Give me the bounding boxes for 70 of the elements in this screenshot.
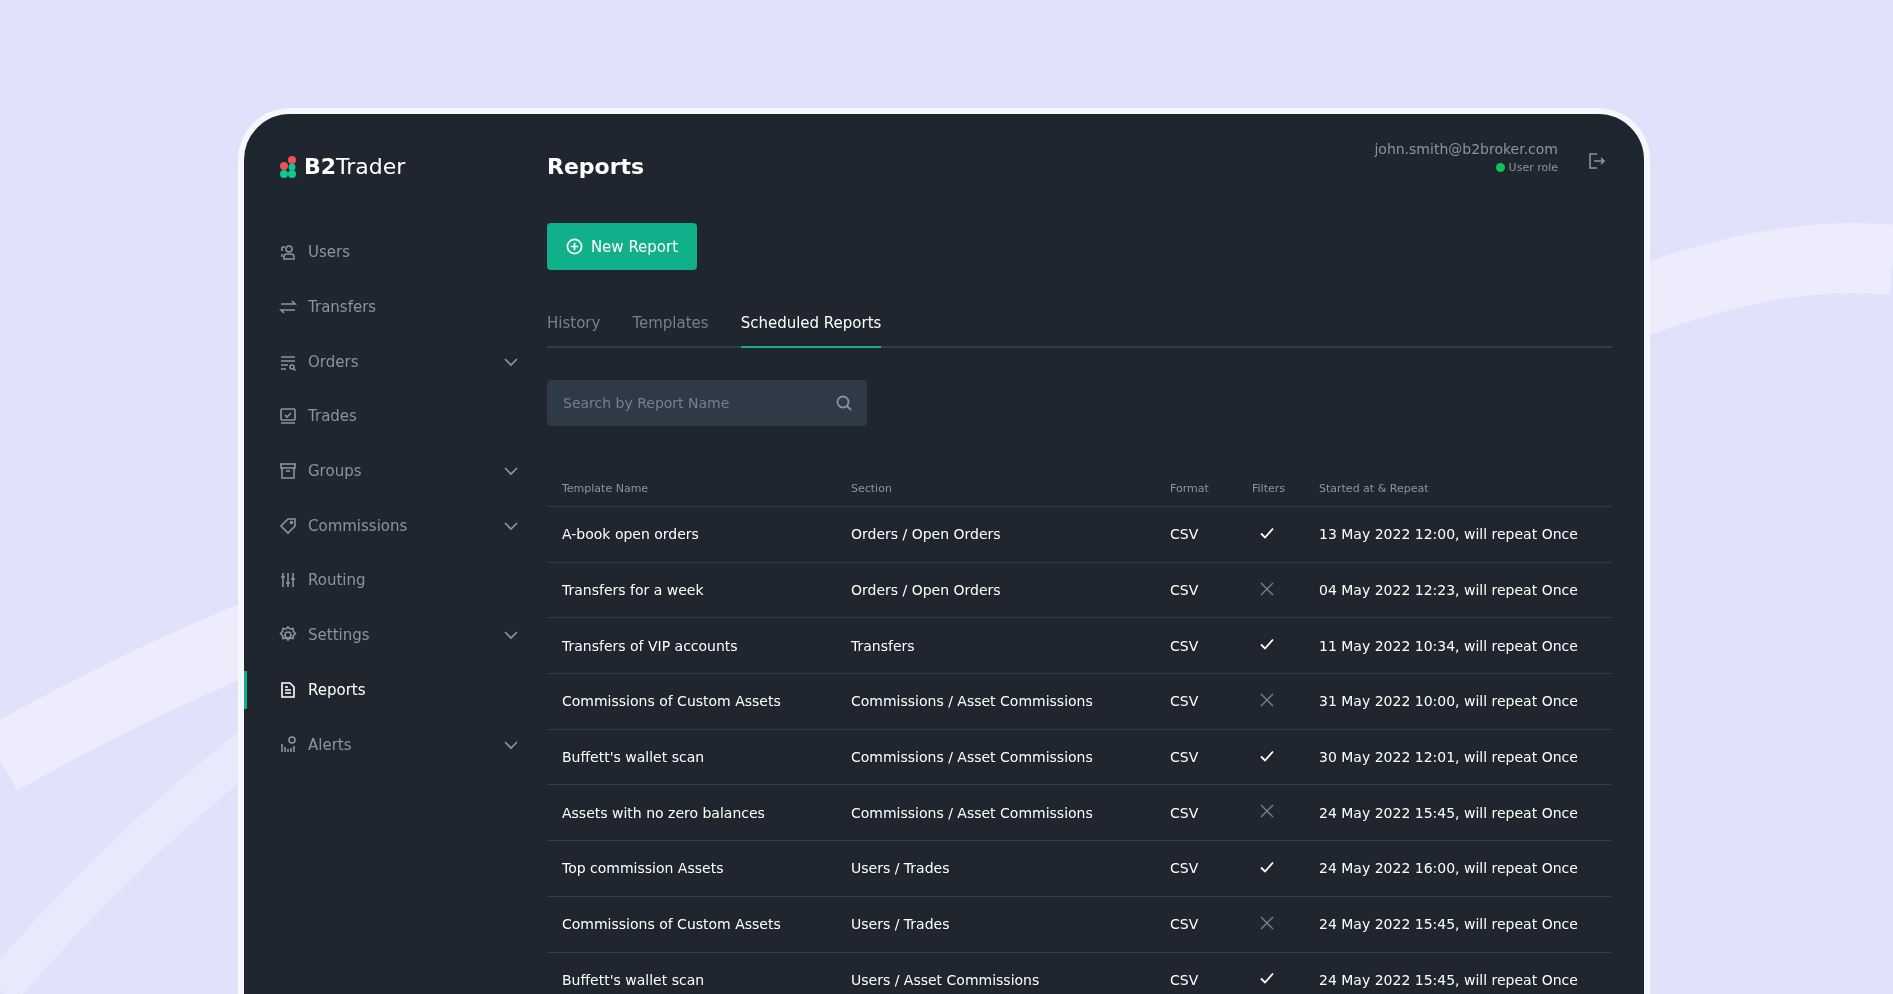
logout-icon[interactable] — [1586, 151, 1606, 171]
table-cell-text: CSV — [1170, 804, 1200, 821]
document-icon — [278, 679, 298, 700]
column-header: Format — [1170, 481, 1210, 495]
table-cell-text: CSV — [1170, 749, 1200, 766]
sidebar-item[interactable]: Trades — [244, 389, 544, 444]
column-header: Template Name — [562, 481, 650, 495]
sidebar-item[interactable]: Settings — [244, 607, 544, 663]
table-cell-text: Transfers — [851, 637, 916, 654]
logo-icon — [278, 154, 298, 179]
sidebar-item[interactable]: Alerts — [244, 717, 544, 772]
user-role: User role — [1508, 161, 1558, 174]
table-cell-text: 31 May 2022 10:00, will repeat Once — [1319, 693, 1579, 710]
table-cell-text: Assets with no zero balances — [562, 804, 766, 821]
brand-name: B2Trader — [304, 154, 406, 179]
column-header: Started at & Repeat — [1319, 481, 1430, 495]
sidebar-item[interactable]: Groups — [244, 443, 544, 499]
table-cell-text: 04 May 2022 12:23, will repeat Once — [1319, 582, 1579, 599]
table-cell-text: 11 May 2022 10:34, will repeat Once — [1319, 637, 1579, 654]
table-cell-text: Commissions / Asset Commissions — [851, 693, 1094, 710]
table-cell-text: CSV — [1170, 971, 1200, 988]
table-cell-text: 24 May 2022 15:45, will repeat Once — [1319, 804, 1579, 821]
table-cell-text: Commissions of Custom Assets — [562, 693, 782, 710]
table-cell-text: Transfers of VIP accounts — [562, 637, 739, 654]
table-cell-text: CSV — [1170, 582, 1200, 599]
table-cell-text: Transfers for a week — [562, 582, 705, 599]
table-cell-text: Commissions of Custom Assets — [562, 916, 782, 933]
new-report-button[interactable]: New Report — [547, 223, 697, 270]
user-email: john.smith@b2broker.com — [1374, 141, 1558, 157]
table-cell-text: 24 May 2022 15:45, will repeat Once — [1319, 971, 1579, 988]
sidebar-item[interactable]: Routing — [244, 553, 544, 608]
page-title: Reports — [547, 154, 646, 179]
search-field[interactable]: Search by Report Name — [547, 380, 867, 426]
search-icon[interactable] — [835, 394, 853, 412]
tab[interactable]: Scheduled Reports — [740, 314, 882, 348]
archive-box-icon — [278, 461, 298, 482]
tag-icon — [278, 515, 298, 536]
table-cell-text: CSV — [1170, 916, 1200, 933]
table-cell-text: Orders / Open Orders — [851, 526, 1002, 543]
table-cell-text: 24 May 2022 15:45, will repeat Once — [1319, 916, 1579, 933]
table-cell-text: Commissions / Asset Commissions — [851, 749, 1094, 766]
table-cell-text: Buffett's wallet scan — [562, 749, 706, 766]
table-cell-text: CSV — [1170, 526, 1200, 543]
table-cell-text: CSV — [1170, 693, 1200, 710]
table-cell-text: Users / Asset Commissions — [851, 971, 1041, 988]
sidebar-item[interactable]: Orders — [244, 334, 544, 390]
table-cell-text: CSV — [1170, 860, 1200, 877]
column-header: Section — [851, 481, 893, 495]
table-cell-text: 13 May 2022 12:00, will repeat Once — [1319, 526, 1579, 543]
column-header: Filters — [1252, 481, 1286, 495]
table-cell-text: Orders / Open Orders — [851, 582, 1002, 599]
bar-chart-icon — [278, 734, 298, 755]
sidebar-item[interactable]: Transfers — [244, 279, 544, 335]
people-icon — [278, 242, 298, 263]
sidebar-item[interactable]: Users — [244, 225, 544, 280]
table-cell-text: A-book open orders — [562, 526, 700, 543]
table-cell-text: Top commission Assets — [562, 860, 725, 877]
table-cell-text: CSV — [1170, 637, 1200, 654]
sidebar-item[interactable]: Commissions — [244, 498, 544, 554]
tab[interactable]: History — [547, 314, 601, 348]
table-cell-text: Commissions / Asset Commissions — [851, 804, 1094, 821]
table-cell-text: Users / Trades — [851, 916, 951, 933]
tab[interactable]: Templates — [632, 314, 709, 348]
table-cell-text: Buffett's wallet scan — [562, 971, 706, 988]
sidebar-item[interactable]: Reports — [244, 662, 544, 718]
checked-box-icon — [278, 406, 298, 427]
table-cell-text: 30 May 2022 12:01, will repeat Once — [1319, 749, 1579, 766]
table-cell-text: 24 May 2022 16:00, will repeat Once — [1319, 860, 1579, 877]
table-cell-text: Users / Trades — [851, 860, 951, 877]
plus-circle-icon — [565, 238, 583, 255]
